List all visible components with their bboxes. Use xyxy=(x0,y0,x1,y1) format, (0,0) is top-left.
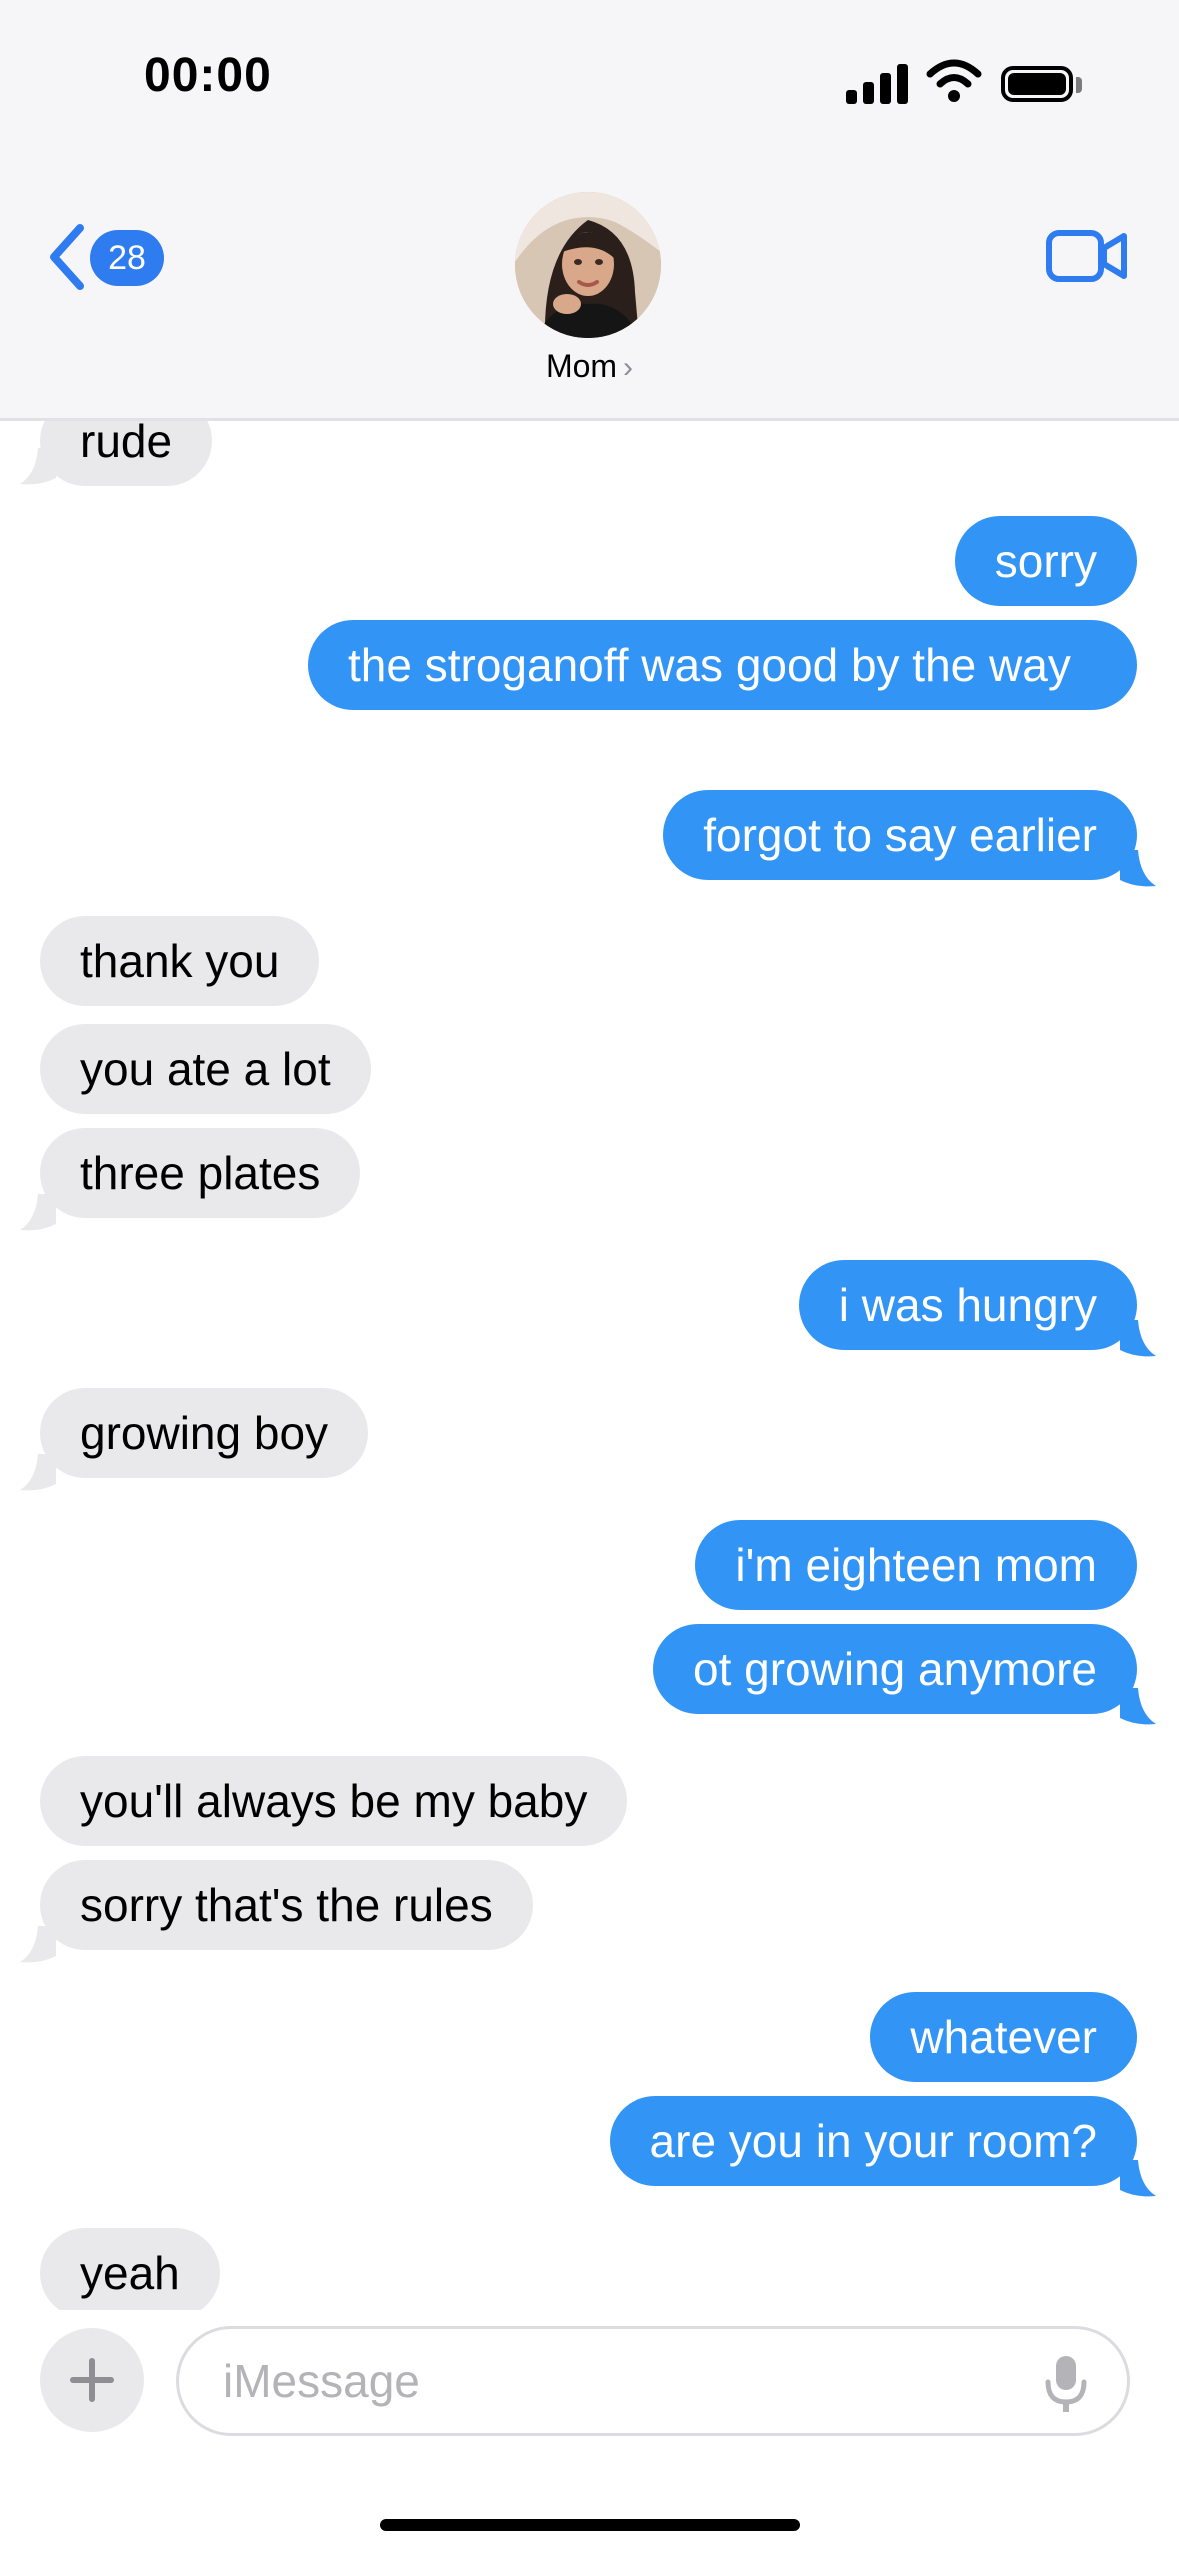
video-call-icon[interactable] xyxy=(1046,228,1128,284)
plus-icon[interactable] xyxy=(40,2328,144,2432)
bubble-tail xyxy=(1120,2160,1156,2197)
contact-avatar[interactable] xyxy=(515,192,661,338)
bubble-tail xyxy=(20,1454,56,1491)
contact-name[interactable]: Mom › xyxy=(0,348,1179,385)
battery-cap xyxy=(1076,77,1082,93)
bubble-tail xyxy=(20,448,56,485)
conversation-header: 00:00 28 Mom › xyxy=(0,0,1179,421)
contact-name-label[interactable]: Mom xyxy=(546,348,617,384)
bubble-tail xyxy=(1120,850,1156,887)
message-bubble-outgoing[interactable]: ot growing anymore xyxy=(653,1624,1137,1714)
message-bubble-incoming[interactable]: you ate a lot xyxy=(40,1024,371,1114)
bubble-tail xyxy=(20,1926,56,1963)
message-bubble-outgoing[interactable]: forgot to say earlier xyxy=(663,790,1137,880)
unread-count-badge[interactable]: 28 xyxy=(90,230,164,286)
battery-icon xyxy=(1001,66,1073,102)
wifi-icon xyxy=(926,59,982,102)
bubble-tail xyxy=(1120,1320,1156,1357)
message-bubble-incoming[interactable]: thank you xyxy=(40,916,320,1006)
signal-icon xyxy=(846,64,908,104)
bubble-tail xyxy=(20,1194,56,1231)
message-bubble-outgoing[interactable]: the stroganoff was good by the way xyxy=(308,620,1137,710)
message-bubble-incoming[interactable]: growing boy xyxy=(40,1388,369,1478)
message-bubble-outgoing[interactable]: i'm eighteen mom xyxy=(695,1520,1137,1610)
status-time: 00:00 xyxy=(144,49,272,102)
microphone-icon[interactable] xyxy=(1044,2354,1088,2414)
message-bubble-outgoing[interactable]: sorry xyxy=(954,516,1137,606)
chevron-right-icon: › xyxy=(623,351,634,384)
message-bubble-incoming[interactable]: yeah xyxy=(40,2228,220,2310)
message-bubble-incoming[interactable]: sorry that's the rules xyxy=(40,1860,533,1950)
home-indicator[interactable] xyxy=(380,2519,800,2531)
message-bubble-outgoing[interactable]: i was hungry xyxy=(798,1260,1137,1350)
message-bubble-outgoing[interactable]: whatever xyxy=(870,1992,1137,2082)
bubble-tail xyxy=(1120,1688,1156,1725)
message-input[interactable]: iMessage xyxy=(176,2326,1130,2436)
message-bubble-incoming[interactable]: three plates xyxy=(40,1128,361,1218)
avatar-image xyxy=(515,192,661,338)
message-bubble-outgoing[interactable]: are you in your room? xyxy=(609,2096,1137,2186)
back-chevron-icon[interactable] xyxy=(44,222,90,292)
message-bubble-incoming[interactable]: you'll always be my baby xyxy=(40,1756,628,1846)
